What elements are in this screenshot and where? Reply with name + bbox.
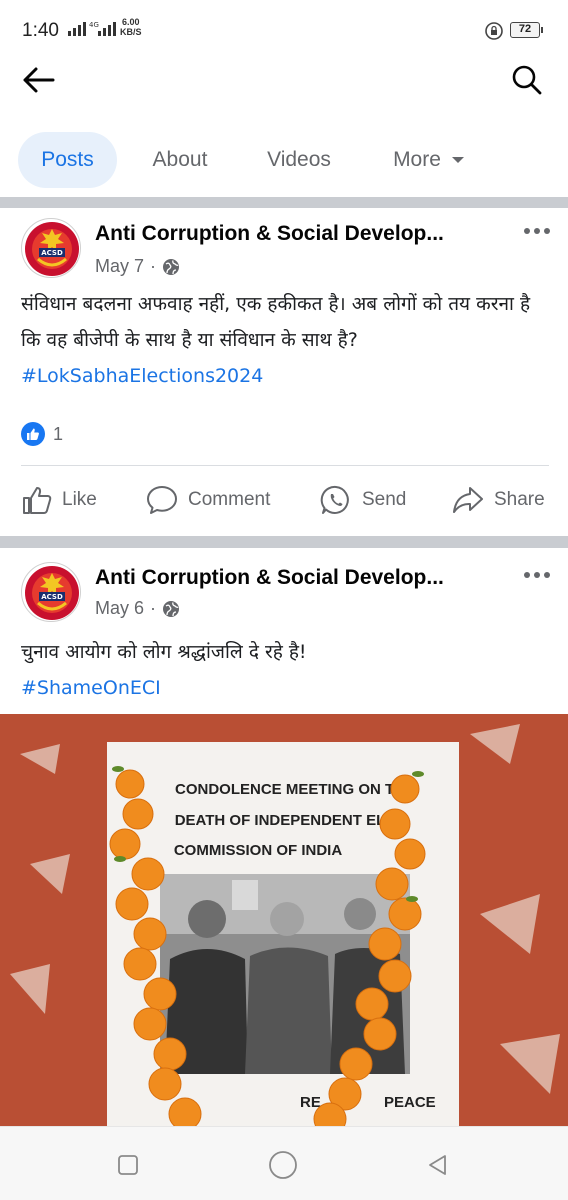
meta-dot: · [150, 598, 157, 618]
tab-more[interactable]: More [374, 132, 484, 188]
page-name[interactable]: Anti Corruption & Social Develop... [95, 566, 444, 590]
search-button[interactable] [504, 60, 550, 100]
condolence-poster-photo: CONDOLENCE MEETING ON TH DEATH OF INDEPE… [0, 714, 568, 1126]
triangle-back-icon [429, 1155, 446, 1175]
share-button[interactable]: Share [452, 474, 545, 526]
post-text: संविधान बदलना अफवाह नहीं, एक हकीकत है। अ… [21, 293, 531, 351]
post-meta: May 7 · [95, 256, 180, 277]
post-options-button[interactable] [520, 216, 554, 246]
page-name[interactable]: Anti Corruption & Social Develop... [95, 222, 444, 246]
svg-text:DEATH OF INDEPENDENT ELE: DEATH OF INDEPENDENT ELE [175, 812, 396, 829]
post-text: चुनाव आयोग को लोग श्रद्धांजलि दे रहे है! [21, 641, 307, 663]
home-icon [269, 1151, 297, 1179]
more-dots-icon [524, 572, 550, 578]
comment-button[interactable]: Comment [146, 474, 270, 526]
tab-label: Videos [267, 148, 331, 171]
page-avatar[interactable]: ACSD [21, 562, 81, 622]
tab-label: Posts [41, 148, 94, 171]
post-date[interactable]: May 7 [95, 256, 144, 277]
post-actions: Like Comment Send Share [0, 474, 568, 526]
caret-down-icon [451, 157, 464, 163]
post-meta: May 6 · [95, 598, 180, 619]
hashtag-link[interactable]: #LokSabhaElections2024 [21, 365, 263, 387]
system-back-button[interactable] [420, 1147, 456, 1183]
reaction-summary[interactable]: 1 [21, 422, 63, 446]
globe-icon [163, 258, 180, 275]
comment-label: Comment [188, 489, 271, 510]
send-button[interactable]: Send [320, 474, 406, 526]
thumbs-up-icon [23, 487, 52, 514]
tab-about[interactable]: About [136, 132, 224, 188]
post-options-button[interactable] [520, 560, 554, 590]
section-separator [0, 536, 568, 548]
meta-dot: · [150, 256, 157, 276]
svg-text:PEACE: PEACE [384, 1094, 436, 1111]
signal-icon: 4G [68, 18, 118, 43]
battery-icon: 72 [510, 22, 543, 38]
svg-text:ACSD: ACSD [41, 249, 63, 257]
svg-text:ACSD: ACSD [41, 593, 63, 601]
post-date[interactable]: May 6 [95, 598, 144, 619]
network-speed: 6.00 KB/S [120, 17, 142, 37]
more-dots-icon [524, 228, 550, 234]
recent-apps-button[interactable] [110, 1147, 146, 1183]
profile-tabs: Posts About Videos More [0, 132, 568, 190]
back-button[interactable] [14, 60, 62, 100]
system-navigation-bar [0, 1126, 568, 1200]
svg-text:COMMISSION OF INDIA: COMMISSION OF INDIA [174, 842, 343, 859]
tab-label: More [393, 148, 441, 171]
svg-text:CONDOLENCE MEETING ON TH: CONDOLENCE MEETING ON TH [175, 781, 405, 798]
comment-icon [147, 486, 177, 514]
svg-text:4G: 4G [89, 21, 99, 29]
home-button[interactable] [265, 1147, 301, 1183]
hashtag-link[interactable]: #ShameOnECI [21, 670, 551, 706]
post-body: चुनाव आयोग को लोग श्रद्धांजलि दे रहे है!… [21, 634, 551, 706]
globe-icon [163, 600, 180, 617]
page-avatar[interactable]: ACSD [21, 218, 81, 278]
top-bar [0, 60, 568, 122]
tab-videos[interactable]: Videos [250, 132, 348, 188]
search-icon [512, 65, 542, 95]
recents-icon [118, 1155, 138, 1175]
send-label: Send [362, 489, 407, 510]
post-header: ACSD Anti Corruption & Social Develop...… [0, 212, 568, 282]
like-reaction-icon [21, 422, 45, 446]
reaction-count: 1 [53, 423, 64, 444]
acsd-logo-icon: ACSD [25, 222, 79, 276]
back-arrow-icon [23, 67, 55, 93]
acsd-logo-icon: ACSD [25, 566, 79, 620]
speed-value: 6.00 [121, 17, 140, 27]
like-button[interactable]: Like [22, 474, 97, 526]
post-body: संविधान बदलना अफवाह नहीं, एक हकीकत है। अ… [21, 286, 551, 394]
post-photo[interactable]: CONDOLENCE MEETING ON TH DEATH OF INDEPE… [0, 714, 568, 1126]
share-label: Share [494, 489, 545, 510]
share-icon [453, 487, 483, 513]
post-header: ACSD Anti Corruption & Social Develop...… [0, 556, 568, 626]
section-separator [0, 197, 568, 208]
status-bar: 1:40 4G 6.00 KB/S 72 [0, 0, 568, 60]
status-time: 1:40 [22, 20, 59, 41]
rotation-lock-icon [484, 21, 504, 46]
speed-unit: KB/S [120, 27, 142, 37]
divider [21, 465, 549, 466]
like-label: Like [62, 489, 97, 510]
tab-posts[interactable]: Posts [18, 132, 117, 188]
whatsapp-icon [320, 485, 349, 514]
tab-label: About [152, 148, 208, 171]
